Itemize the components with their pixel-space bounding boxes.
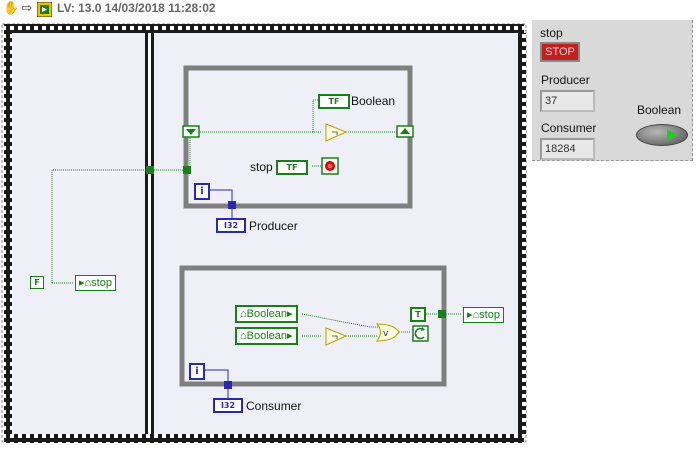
producer-numeric-indicator: 37 xyxy=(540,90,595,112)
boolean-local-a-label: Boolean xyxy=(246,308,288,320)
consumer-numeric-indicator: 18284 xyxy=(540,138,595,160)
hand-icon[interactable]: ✋ xyxy=(3,2,19,16)
vi-version-title: LV: 13.0 14/03/2018 11:28:02 xyxy=(57,1,216,15)
local-variable-icon: ⌂ xyxy=(240,330,247,342)
boolean-led-label: Boolean xyxy=(637,103,682,117)
sequence-tunnel xyxy=(146,166,154,174)
consumer-indicator-label: Consumer xyxy=(246,399,302,413)
consumer-indicator-caption: Consumer xyxy=(541,121,597,135)
block-diagram: v F ▸⌂stop TF Boolean stop TF i I32 Prod… xyxy=(0,20,530,448)
stop-local-write-label: stop xyxy=(479,309,500,321)
consumer-indicator-terminal[interactable]: I32 xyxy=(213,398,243,413)
consumer-loop-condition[interactable] xyxy=(412,325,429,342)
flat-sequence-structure[interactable] xyxy=(1,23,527,443)
local-variable-icon: ▸ xyxy=(287,308,293,320)
boolean-indicator-label: Boolean xyxy=(351,94,396,108)
producer-indicator-caption: Producer xyxy=(541,73,590,87)
stop-local-variable-init[interactable]: ▸⌂stop xyxy=(75,275,116,291)
stop-local-variable-write[interactable]: ▸⌂stop xyxy=(463,307,504,323)
boolean-local-variable-a[interactable]: ⌂Boolean▸ xyxy=(235,305,298,323)
boolean-led-indicator xyxy=(636,124,688,146)
labview-vi-icon xyxy=(36,1,53,18)
producer-indicator-terminal[interactable]: I32 xyxy=(216,218,246,233)
boolean-local-variable-b[interactable]: ⌂Boolean▸ xyxy=(235,327,298,345)
svg-text:v: v xyxy=(383,329,389,339)
stop-button-label: stop xyxy=(540,26,563,40)
shift-register-left[interactable] xyxy=(182,125,200,138)
stop-control-label: stop xyxy=(250,160,273,174)
local-variable-icon: ▸⌂ xyxy=(79,277,92,289)
led-arrow-icon xyxy=(667,129,677,141)
true-constant[interactable]: T xyxy=(410,307,426,322)
local-variable-icon: ▸ xyxy=(287,330,293,342)
false-constant[interactable]: F xyxy=(30,276,44,289)
producer-iteration-terminal: i xyxy=(194,183,210,200)
toolbar: ✋ ⇨ LV: 13.0 14/03/2018 11:28:02 xyxy=(0,0,696,20)
local-variable-icon: ▸⌂ xyxy=(467,309,480,321)
boolean-indicator-terminal[interactable]: TF xyxy=(318,94,350,109)
consumer-iteration-terminal: i xyxy=(189,363,205,380)
boolean-local-b-label: Boolean xyxy=(246,330,288,342)
stop-local-label: stop xyxy=(91,277,112,289)
local-variable-icon: ⌂ xyxy=(240,308,247,320)
producer-loop-condition[interactable] xyxy=(321,157,339,175)
producer-indicator-label: Producer xyxy=(249,219,298,233)
stop-button[interactable]: STOP xyxy=(540,42,580,62)
stop-control-terminal[interactable]: TF xyxy=(276,160,308,175)
run-arrow-icon[interactable]: ⇨ xyxy=(20,2,34,16)
shift-register-right[interactable] xyxy=(396,125,414,138)
